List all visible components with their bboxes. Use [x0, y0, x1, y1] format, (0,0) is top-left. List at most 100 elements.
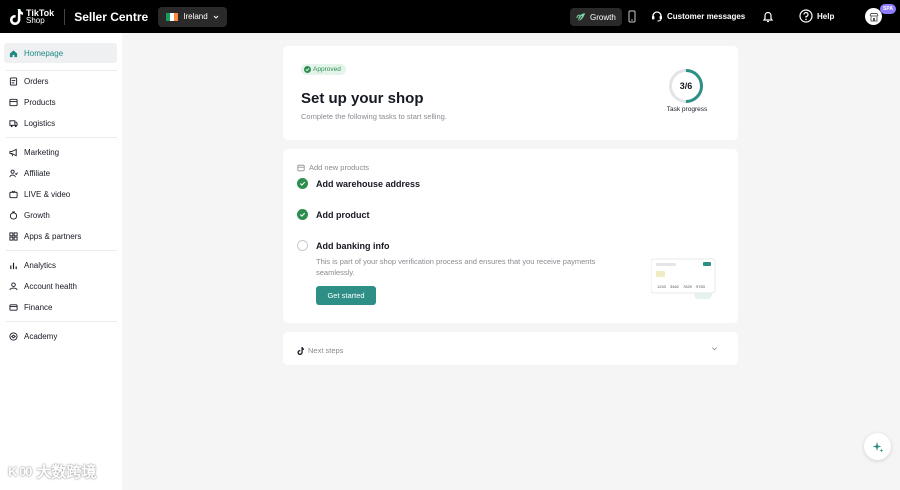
bank-card-illustration: 1243 3462 7829 9783 [651, 258, 716, 299]
ireland-flag-icon [166, 12, 179, 21]
products-icon [9, 98, 18, 106]
analytics-icon [10, 262, 17, 269]
status-label: Approved [313, 66, 341, 73]
tiktok-shop-logo[interactable]: TikTok Shop [9, 0, 54, 33]
card-number-group: 1243 [657, 284, 667, 289]
top-bar: TikTok Shop Seller Centre Ireland Growth [0, 0, 900, 33]
shop-icon [869, 12, 878, 21]
tasks-card: Add new products Add warehouse address A… [283, 149, 738, 323]
growth-icon [9, 210, 18, 220]
task-description: This is part of your shop verification p… [316, 257, 596, 277]
chevron-down-icon [213, 15, 219, 19]
logo-line-2: Shop [26, 15, 45, 25]
sidebar-divider [6, 321, 117, 322]
sidebar-item-label: Affiliate [24, 168, 51, 178]
sidebar-item-label: Homepage [24, 48, 64, 58]
next-steps-header: Next steps [297, 346, 343, 355]
task-progress-label: Task progress [666, 106, 708, 113]
help-button[interactable]: Help [799, 9, 834, 23]
region-selector[interactable]: Ireland [158, 6, 227, 27]
sidebar-item-label: Apps & partners [24, 231, 82, 241]
sidebar-item-finance[interactable]: Finance [4, 297, 117, 317]
sidebar-item-label: Academy [24, 331, 58, 341]
card-number-group: 3462 [670, 284, 680, 289]
bell-icon[interactable] [762, 10, 774, 23]
app-title: Seller Centre [74, 9, 149, 24]
mobile-icon[interactable] [627, 10, 637, 23]
task-label: Add product [316, 209, 370, 220]
sidebar-item-account-health[interactable]: Account health [4, 276, 117, 296]
page-title: Set up your shop [301, 90, 424, 107]
sidebar: Homepage Orders Products Logistics Marke… [0, 33, 122, 490]
growth-button[interactable]: Growth [570, 8, 622, 26]
logistics-icon [9, 119, 18, 127]
header-divider [64, 8, 66, 25]
sidebar-item-apps-partners[interactable]: Apps & partners [4, 226, 117, 246]
sidebar-item-affiliate[interactable]: Affiliate [4, 163, 117, 183]
academy-icon [9, 331, 18, 341]
tiktok-icon [10, 8, 23, 25]
section-title: Add new products [309, 163, 370, 172]
sidebar-item-label: Products [24, 97, 56, 107]
growth-label: Growth [590, 12, 616, 22]
sidebar-item-orders[interactable]: Orders [4, 71, 117, 91]
sidebar-item-products[interactable]: Products [4, 92, 117, 112]
home-icon [9, 49, 18, 57]
status-badge: Approved [301, 64, 346, 75]
sidebar-item-logistics[interactable]: Logistics [4, 113, 117, 133]
chevron-down-icon[interactable] [711, 345, 718, 352]
orders-icon [9, 76, 18, 86]
sidebar-item-label: LIVE & video [24, 189, 71, 199]
sidebar-item-academy[interactable]: Academy [4, 326, 117, 346]
watermark-text: 大数跨境 [36, 464, 97, 481]
check-circle-icon [297, 178, 308, 189]
sidebar-item-growth[interactable]: Growth [4, 205, 117, 225]
leaf-icon [576, 13, 585, 22]
card-number-group: 9783 [696, 284, 706, 289]
check-circle-icon [304, 66, 311, 73]
help-icon [799, 9, 813, 23]
sidebar-item-homepage[interactable]: Homepage [4, 43, 117, 63]
region-label: Ireland [183, 12, 208, 21]
sidebar-item-label: Analytics [24, 260, 57, 270]
task-label: Add banking info [316, 240, 390, 251]
check-circle-icon [297, 209, 308, 220]
flag-stripe-3 [174, 12, 179, 21]
page-subtitle: Complete the following tasks to start se… [301, 112, 447, 121]
sidebar-item-live-video[interactable]: LIVE & video [4, 184, 117, 204]
task-item-banking[interactable]: Add banking info [297, 240, 390, 251]
sparkle-icon [872, 441, 883, 452]
sidebar-item-label: Orders [24, 76, 49, 86]
live-icon [9, 190, 18, 198]
customer-messages-button[interactable]: Customer messages [651, 10, 745, 22]
account-badge: SPA [880, 4, 896, 14]
get-started-button[interactable]: Get started [316, 286, 376, 305]
sidebar-item-label: Logistics [24, 118, 56, 128]
sidebar-divider [6, 250, 117, 251]
apps-icon [9, 231, 18, 241]
sidebar-item-label: Account health [24, 281, 77, 291]
task-item-warehouse[interactable]: Add warehouse address [297, 178, 420, 189]
sidebar-item-label: Finance [24, 302, 53, 312]
tiktok-icon [297, 346, 304, 355]
next-steps-card[interactable]: Next steps [283, 332, 738, 365]
watermark-logo: K 00 [8, 464, 32, 479]
setup-card: Approved Set up your shop Complete the f… [283, 46, 738, 140]
task-item-product[interactable]: Add product [297, 209, 370, 220]
sidebar-item-label: Growth [24, 210, 50, 220]
sidebar-item-marketing[interactable]: Marketing [4, 142, 117, 162]
sidebar-item-analytics[interactable]: Analytics [4, 255, 117, 275]
sidebar-divider [6, 137, 117, 138]
task-label: Add warehouse address [316, 178, 421, 189]
products-icon [297, 164, 305, 171]
card-number-group: 7829 [683, 284, 693, 289]
users-icon [9, 169, 18, 177]
help-label: Help [817, 11, 835, 21]
finance-icon [9, 303, 18, 311]
megaphone-icon [9, 148, 17, 156]
section-header: Add new products [297, 163, 369, 172]
customer-messages-label: Customer messages [667, 11, 746, 21]
ai-assistant-button[interactable] [864, 433, 891, 460]
account-health-icon [9, 281, 18, 290]
sidebar-item-label: Marketing [24, 147, 60, 157]
